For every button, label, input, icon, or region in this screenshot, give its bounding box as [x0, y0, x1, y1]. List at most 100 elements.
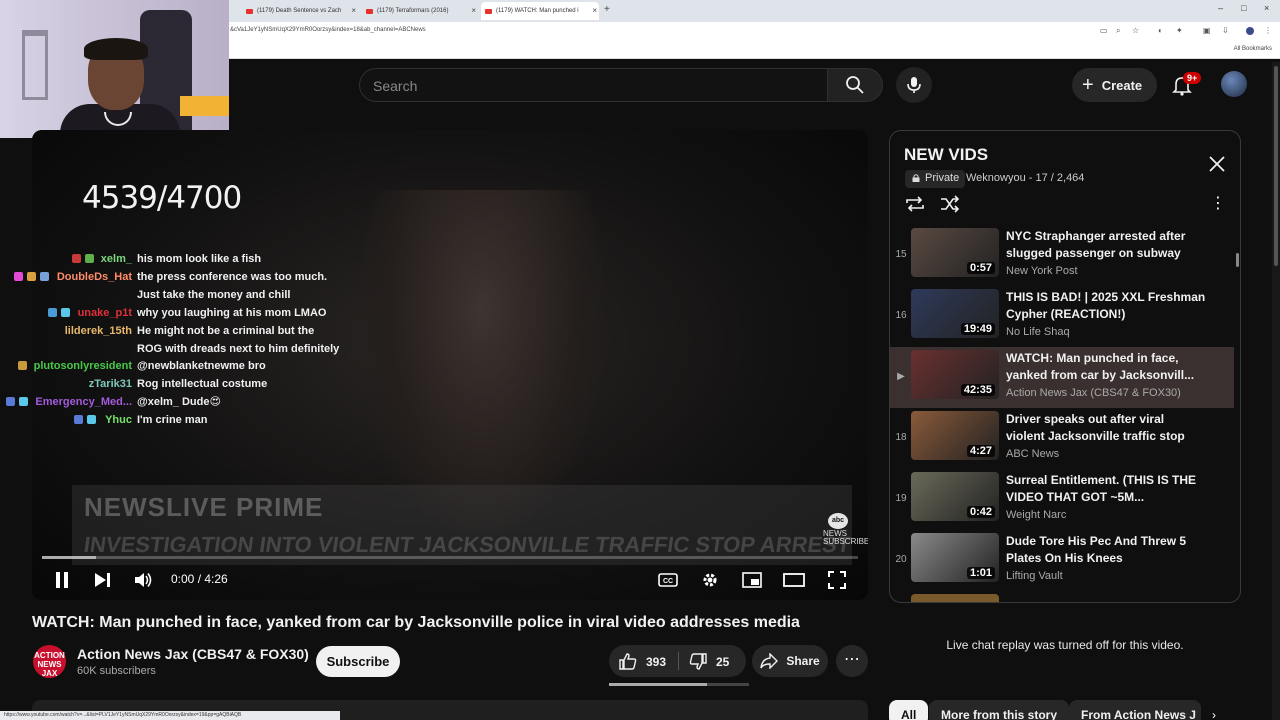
- page-scrollbar-thumb[interactable]: [1274, 66, 1278, 266]
- chat-badge-icon: [87, 415, 96, 424]
- chat-message: @newblanketnewme bro: [137, 360, 266, 372]
- playlist-video-title[interactable]: Driver speaks out after viral violent Ja…: [1006, 411, 1206, 445]
- playlist-video-channel[interactable]: Weight Narc: [1006, 509, 1066, 521]
- playlist-video-channel[interactable]: Action News Jax (CBS47 & FOX30): [1006, 387, 1181, 399]
- playlist-item-partial[interactable]: [890, 591, 1234, 602]
- browser-tab-active[interactable]: (1179) WATCH: Man punched i ×: [481, 2, 599, 20]
- playlist-item[interactable]: 16 19:49 THIS IS BAD! | 2025 XXL Freshma…: [890, 286, 1234, 347]
- playlist-title[interactable]: NEW VIDS: [904, 145, 988, 165]
- chat-username[interactable]: plutosonlyresident: [34, 357, 132, 375]
- playlist-item-current[interactable]: ▶ 42:35 WATCH: Man punched in face, yank…: [890, 347, 1234, 408]
- chip-more-from-story[interactable]: More from this story: [929, 700, 1070, 720]
- video-duration: 42:35: [960, 384, 995, 396]
- account-avatar[interactable]: [1221, 71, 1247, 97]
- dislike-count: 25: [716, 654, 730, 669]
- playlist-scrollbar[interactable]: [1235, 225, 1240, 602]
- chip-from-channel[interactable]: From Action News J: [1069, 700, 1201, 720]
- close-window-icon[interactable]: ×: [1264, 3, 1269, 13]
- chevron-right-icon[interactable]: ›: [1212, 708, 1216, 720]
- profile-icon[interactable]: [1246, 27, 1254, 35]
- video-thumbnail[interactable]: 0:42: [911, 472, 999, 521]
- seek-bar[interactable]: [42, 556, 858, 559]
- more-actions-button[interactable]: ⋯: [836, 645, 868, 677]
- pause-button[interactable]: [52, 569, 72, 591]
- all-bookmarks-link[interactable]: All Bookmarks: [1234, 46, 1272, 52]
- page-scrollbar[interactable]: [1272, 62, 1280, 720]
- extension-icon[interactable]: ◐: [1158, 27, 1166, 35]
- playlist-video-title[interactable]: Surreal Entitlement. (THIS IS THE VIDEO …: [1006, 472, 1206, 506]
- browser-tab[interactable]: (1179) Death Sentence vs Zach ×: [242, 2, 358, 20]
- close-icon[interactable]: [1206, 153, 1228, 175]
- close-tab-icon[interactable]: ×: [471, 6, 476, 15]
- playlist-item[interactable]: 19 0:42 Surreal Entitlement. (THIS IS TH…: [890, 469, 1234, 530]
- chat-username[interactable]: zTarik31: [89, 375, 132, 393]
- playlist-video-channel[interactable]: New York Post: [1006, 265, 1078, 277]
- download-icon[interactable]: ⇩: [1222, 27, 1230, 35]
- playlist-video-title[interactable]: Dude Tore His Pec And Threw 5 Plates On …: [1006, 533, 1206, 567]
- chat-badge-icon: [72, 254, 81, 263]
- playlist-menu-icon[interactable]: ⋮: [1210, 195, 1226, 213]
- playlist-video-channel[interactable]: ABC News: [1006, 448, 1059, 460]
- star-icon[interactable]: ☆: [1132, 27, 1140, 35]
- minimize-icon[interactable]: –: [1218, 3, 1223, 13]
- chat-username[interactable]: Emergency_Med...: [35, 393, 132, 411]
- volume-button[interactable]: [133, 569, 155, 591]
- playlist-video-title[interactable]: WATCH: Man punched in face, yanked from …: [1006, 350, 1206, 384]
- playlist-item[interactable]: 20 1:01 Dude Tore His Pec And Threw 5 Pl…: [890, 530, 1234, 591]
- playlist-index: 19: [895, 493, 907, 504]
- shuffle-icon[interactable]: [939, 195, 961, 213]
- voice-search-button[interactable]: [896, 67, 932, 103]
- video-thumbnail[interactable]: 4:27: [911, 411, 999, 460]
- share-label: Share: [786, 654, 820, 668]
- close-tab-icon[interactable]: ×: [592, 6, 597, 15]
- captions-button[interactable]: CC: [657, 570, 679, 590]
- playlist-video-title[interactable]: NYC Straphanger arrested after slugged p…: [1006, 228, 1206, 262]
- playlist-video-title[interactable]: THIS IS BAD! | 2025 XXL Freshman Cypher …: [1006, 289, 1206, 323]
- sidebar-icon[interactable]: ▣: [1203, 27, 1211, 35]
- video-thumbnail[interactable]: [911, 594, 999, 602]
- loop-icon[interactable]: [904, 195, 926, 213]
- chat-username[interactable]: xelm_: [101, 250, 132, 268]
- browser-tab[interactable]: (1179) Terraformars (2016) ×: [362, 2, 478, 20]
- puzzle-icon[interactable]: ✦: [1176, 27, 1184, 35]
- close-tab-icon[interactable]: ×: [351, 6, 356, 15]
- cast-icon[interactable]: ▭: [1100, 27, 1108, 35]
- live-chat-notice: Live chat replay was turned off for this…: [946, 638, 1184, 652]
- network-logo[interactable]: abc: [828, 513, 848, 529]
- share-button[interactable]: Share: [752, 645, 828, 677]
- video-thumbnail[interactable]: 1:01: [911, 533, 999, 582]
- video-thumbnail[interactable]: 19:49: [911, 289, 999, 338]
- zoom-icon[interactable]: ⌕: [1116, 27, 1124, 35]
- menu-icon[interactable]: ⋮: [1264, 27, 1272, 35]
- subscribe-button[interactable]: Subscribe: [316, 646, 400, 677]
- url-text[interactable]: &cVa1JeY1yNSmUqX29YmR0Oorzsy&index=18&ab…: [230, 27, 426, 33]
- new-tab-icon[interactable]: +: [604, 4, 610, 15]
- playlist-scrollbar-thumb[interactable]: [1236, 253, 1239, 267]
- playlist-video-channel[interactable]: No Life Shaq: [1006, 326, 1070, 338]
- like-button[interactable]: 393: [619, 653, 666, 670]
- chip-all[interactable]: All: [889, 700, 929, 720]
- chat-username[interactable]: DoubleDs_Hat: [57, 268, 132, 286]
- chat-username[interactable]: lilderek_15th: [65, 322, 132, 340]
- dislike-button[interactable]: 25: [689, 653, 729, 670]
- theater-mode-button[interactable]: [783, 569, 805, 591]
- playlist-item[interactable]: 15 0:57 NYC Straphanger arrested after s…: [890, 225, 1234, 286]
- playlist-video-channel[interactable]: Lifting Vault: [1006, 570, 1063, 582]
- maximize-icon[interactable]: □: [1241, 3, 1246, 13]
- channel-name[interactable]: Action News Jax (CBS47 & FOX30): [77, 646, 309, 662]
- settings-button[interactable]: [699, 569, 721, 591]
- chat-message: I'm crine man: [137, 414, 208, 426]
- create-button[interactable]: + Create: [1072, 68, 1157, 102]
- video-thumbnail[interactable]: 42:35: [911, 350, 999, 399]
- search-button[interactable]: [827, 68, 883, 102]
- video-thumbnail[interactable]: 0:57: [911, 228, 999, 277]
- next-button[interactable]: [93, 569, 113, 591]
- channel-avatar[interactable]: ACTION NEWS JAX: [33, 645, 66, 678]
- playlist-item[interactable]: 18 4:27 Driver speaks out after viral vi…: [890, 408, 1234, 469]
- chat-username[interactable]: unake_p1t: [78, 304, 132, 322]
- fullscreen-button[interactable]: [826, 569, 848, 591]
- chat-username[interactable]: Yhuc: [105, 411, 132, 429]
- miniplayer-icon: [742, 572, 762, 588]
- search-input[interactable]: Search: [359, 68, 827, 102]
- miniplayer-button[interactable]: [741, 569, 763, 591]
